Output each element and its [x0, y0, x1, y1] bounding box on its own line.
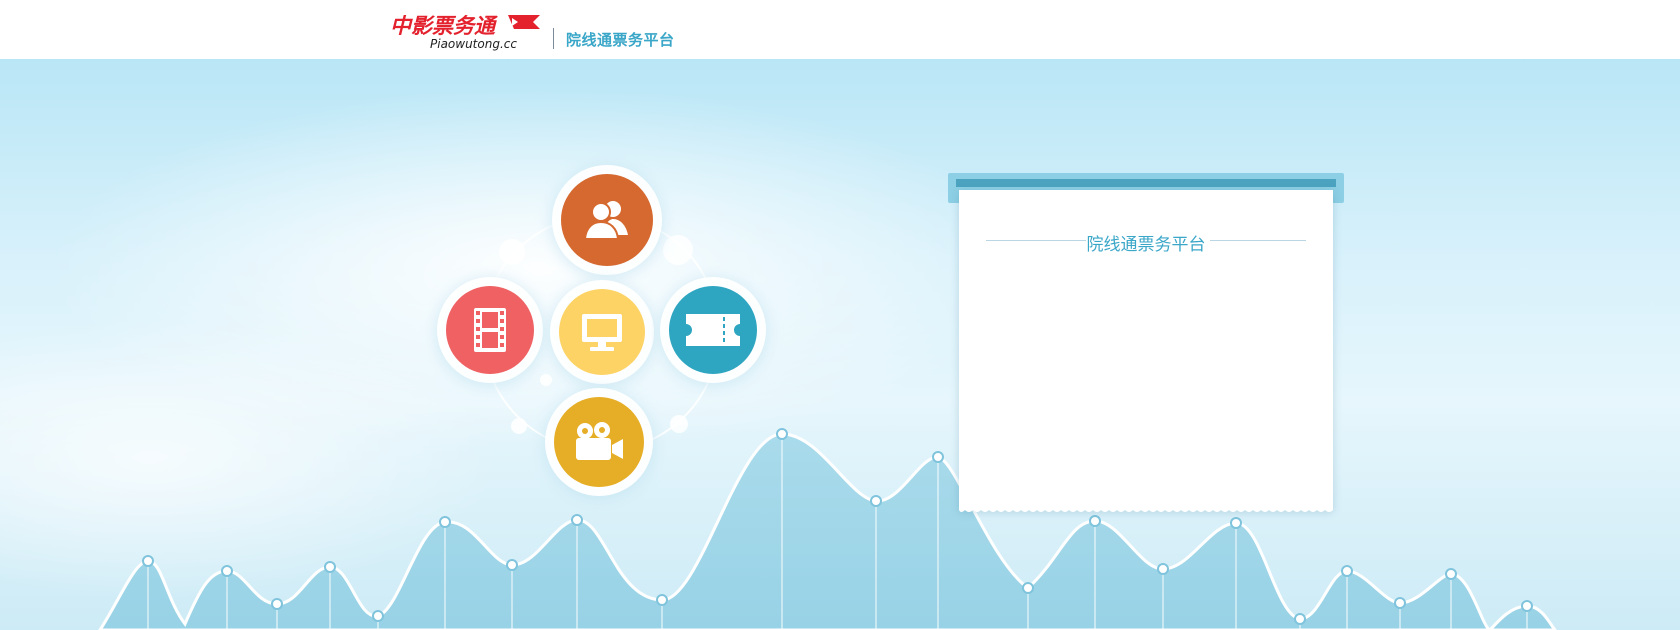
icon-orbit-decoration: [482, 214, 720, 452]
card-title-line-right: [1210, 240, 1306, 241]
video-camera-icon: [576, 422, 623, 460]
card-paper: 院线通票务平台: [959, 190, 1333, 510]
users-icon-button[interactable]: [561, 174, 653, 266]
ticket-icon-button[interactable]: [669, 286, 757, 374]
login-card: 院线通票务平台: [948, 173, 1344, 513]
monitor-icon-button[interactable]: [559, 289, 645, 375]
film-strip-icon: [474, 308, 506, 352]
ticket-icon: [686, 314, 740, 346]
monitor-icon: [582, 314, 622, 351]
video-camera-icon-button[interactable]: [554, 397, 644, 487]
card-top-slot: [956, 179, 1336, 187]
card-scallop-edge: [959, 504, 1333, 512]
users-icon: [583, 201, 628, 240]
card-title: 院线通票务平台: [1086, 235, 1206, 255]
film-icon-button[interactable]: [446, 286, 534, 374]
card-title-row: 院线通票务平台: [986, 230, 1306, 255]
